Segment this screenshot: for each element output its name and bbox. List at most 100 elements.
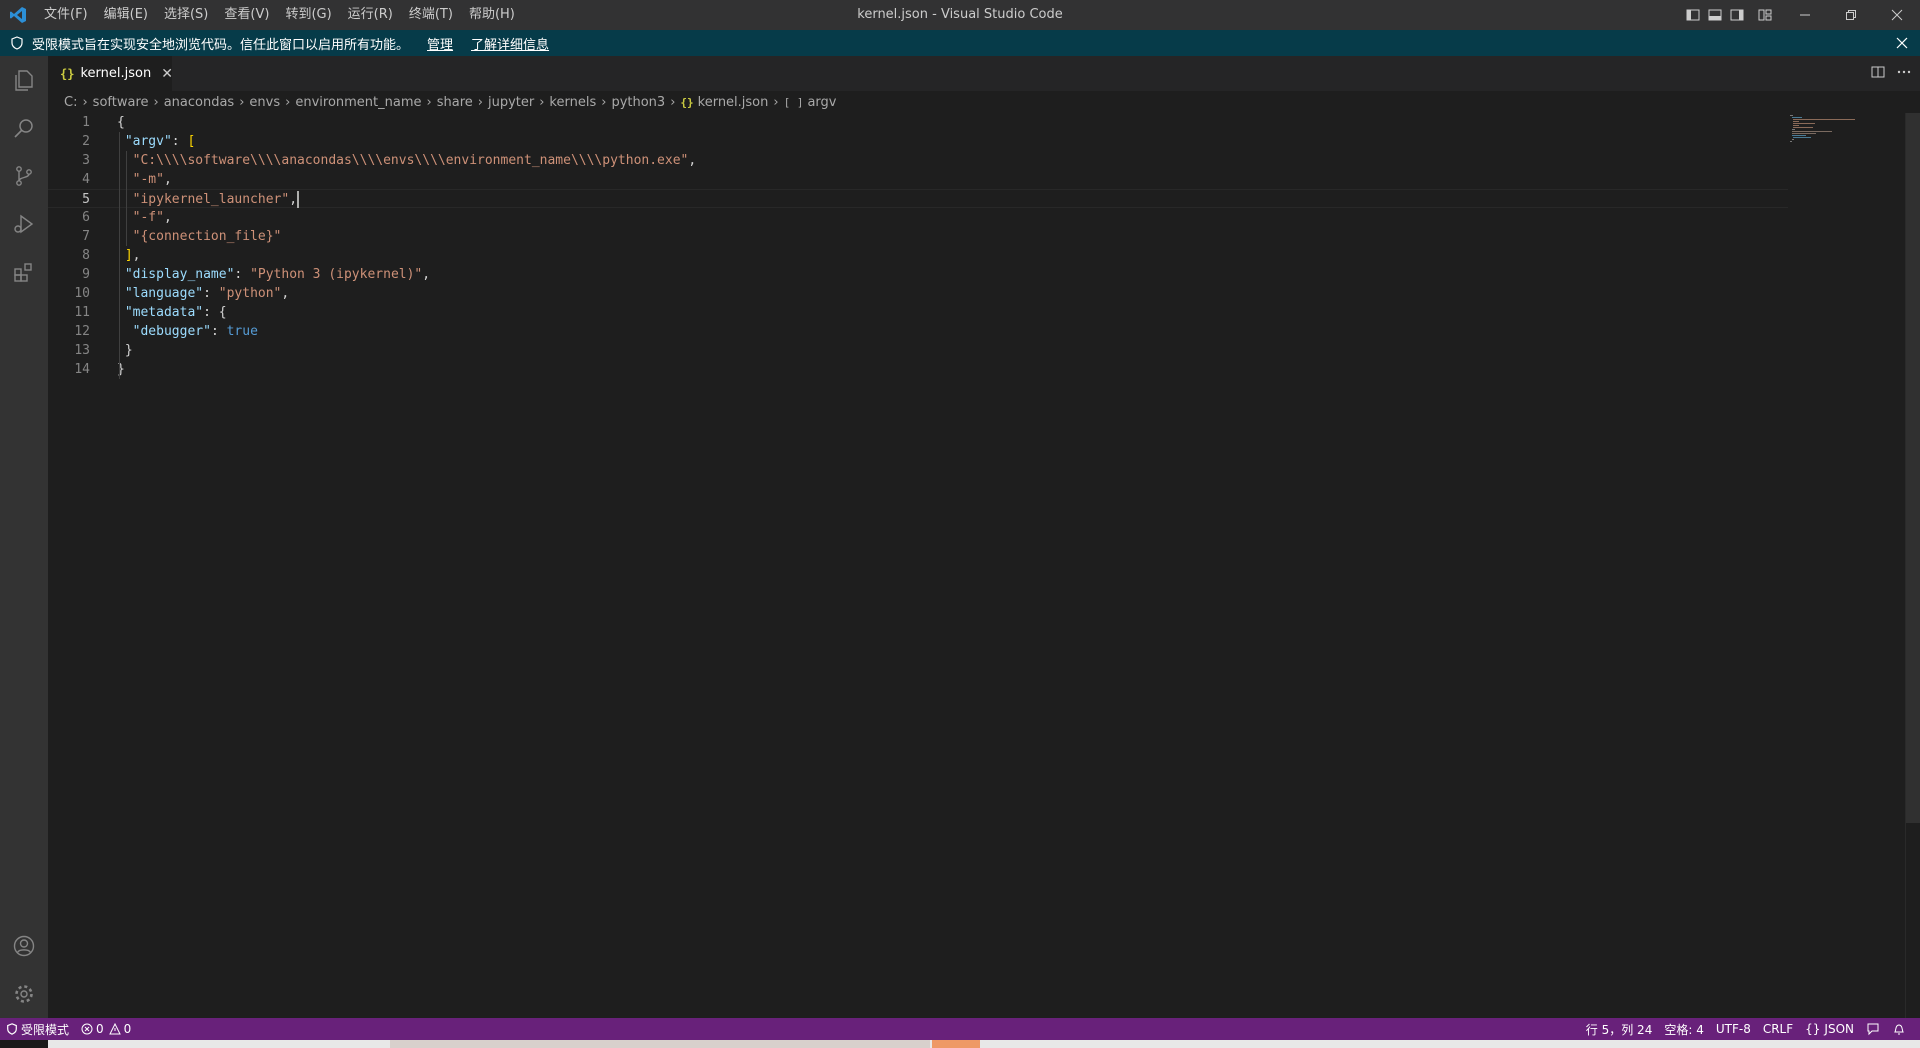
code-token: true bbox=[226, 324, 258, 339]
code-text: "C:\\\\software\\\\anacondas\\\\envs\\\\… bbox=[117, 151, 697, 170]
code-token: : bbox=[171, 134, 188, 149]
code-line[interactable]: 1{ bbox=[48, 113, 1788, 132]
code-text: "argv": [ bbox=[117, 132, 195, 151]
eol-setting[interactable]: CRLF bbox=[1757, 1018, 1799, 1040]
line-number: 11 bbox=[74, 305, 90, 320]
indentation-setting[interactable]: 空格: 4 bbox=[1658, 1018, 1710, 1040]
breadcrumb-item[interactable]: share bbox=[437, 95, 473, 110]
indent-guide bbox=[126, 151, 127, 246]
breadcrumb: C: › software › anacondas › envs › envir… bbox=[48, 91, 1920, 113]
extensions-icon[interactable] bbox=[0, 248, 48, 296]
breadcrumb-item[interactable]: kernels bbox=[549, 95, 596, 110]
code-line[interactable]: 14} bbox=[48, 360, 1788, 379]
toggle-primary-sidebar-icon[interactable] bbox=[1682, 0, 1704, 30]
customize-layout-icon[interactable] bbox=[1754, 0, 1776, 30]
code-token: { bbox=[117, 115, 125, 130]
menu-selection[interactable]: 选择(S) bbox=[156, 0, 216, 30]
menu-file[interactable]: 文件(F) bbox=[36, 0, 96, 30]
breadcrumb-item[interactable]: python3 bbox=[611, 95, 665, 110]
array-symbol-icon: [ ] bbox=[783, 95, 804, 109]
code-line[interactable]: 12 "debugger": true bbox=[48, 322, 1788, 341]
code-line[interactable]: 13 } bbox=[48, 341, 1788, 360]
code-token: , bbox=[163, 172, 172, 187]
line-number: 13 bbox=[74, 343, 90, 358]
minimize-icon[interactable] bbox=[1782, 0, 1828, 30]
breadcrumb-item[interactable]: software bbox=[93, 95, 149, 110]
chevron-right-icon: › bbox=[239, 94, 245, 110]
line-number: 14 bbox=[74, 362, 90, 377]
code-token: , bbox=[163, 210, 172, 225]
feedback-icon[interactable] bbox=[1860, 1018, 1886, 1040]
code-line[interactable]: 6 "-f", bbox=[48, 208, 1788, 227]
split-editor-icon[interactable] bbox=[1870, 64, 1886, 84]
breadcrumb-item[interactable]: anacondas bbox=[164, 95, 235, 110]
menu-run[interactable]: 运行(R) bbox=[340, 0, 401, 30]
taskbar-segment bbox=[390, 1040, 930, 1048]
banner-manage-link[interactable]: 管理 bbox=[427, 34, 453, 53]
toggle-secondary-sidebar-icon[interactable] bbox=[1726, 0, 1748, 30]
breadcrumb-item[interactable]: C: bbox=[64, 95, 77, 110]
warning-icon bbox=[108, 1023, 121, 1035]
tab-kernel-json[interactable]: {} kernel.json ✕ bbox=[48, 56, 173, 91]
taskbar-segment bbox=[932, 1040, 980, 1048]
code-token: "{connection_file}" bbox=[132, 229, 282, 244]
language-mode[interactable]: {} JSON bbox=[1799, 1018, 1860, 1040]
accounts-icon[interactable] bbox=[0, 922, 48, 970]
menu-go[interactable]: 转到(G) bbox=[277, 0, 339, 30]
error-icon bbox=[81, 1023, 93, 1035]
scrollbar-thumb[interactable] bbox=[1906, 113, 1920, 823]
breadcrumb-item[interactable]: environment_name bbox=[295, 95, 421, 110]
code-token: "ipykernel_launcher" bbox=[132, 192, 290, 207]
breadcrumb-file[interactable]: kernel.json bbox=[698, 95, 769, 110]
menu-edit[interactable]: 编辑(E) bbox=[96, 0, 156, 30]
more-actions-icon[interactable] bbox=[1896, 64, 1912, 84]
code-token: "Python 3 (ipykernel)" bbox=[250, 267, 423, 282]
breadcrumb-symbol[interactable]: argv bbox=[807, 95, 836, 110]
restricted-mode-indicator[interactable]: 受限模式 bbox=[0, 1018, 75, 1040]
tab-close-icon[interactable]: ✕ bbox=[161, 66, 173, 82]
code-line[interactable]: 8 ], bbox=[48, 246, 1788, 265]
line-number: 7 bbox=[82, 229, 90, 244]
code-text: { bbox=[117, 113, 125, 132]
run-and-debug-icon[interactable] bbox=[0, 200, 48, 248]
search-icon[interactable] bbox=[0, 104, 48, 152]
problems-indicator[interactable]: 0 0 bbox=[75, 1018, 137, 1040]
encoding-setting[interactable]: UTF-8 bbox=[1710, 1018, 1757, 1040]
cursor-position[interactable]: 行 5，列 24 bbox=[1580, 1018, 1659, 1040]
breadcrumb-item[interactable]: envs bbox=[249, 95, 280, 110]
chevron-right-icon: › bbox=[82, 94, 88, 110]
minimap[interactable] bbox=[1790, 113, 1906, 153]
explorer-icon[interactable] bbox=[0, 56, 48, 104]
menu-terminal[interactable]: 终端(T) bbox=[401, 0, 461, 30]
code-token: [ bbox=[187, 134, 196, 149]
notifications-bell-icon[interactable] bbox=[1886, 1018, 1912, 1040]
vertical-scrollbar[interactable] bbox=[1905, 113, 1920, 1018]
code-editor[interactable]: 1{2 "argv": [3 "C:\\\\software\\\\anacon… bbox=[48, 113, 1920, 1018]
toggle-panel-icon[interactable] bbox=[1704, 0, 1726, 30]
code-line[interactable]: 10 "language": "python", bbox=[48, 284, 1788, 303]
text-cursor bbox=[297, 191, 300, 208]
code-token: "display_name" bbox=[124, 267, 235, 282]
code-line[interactable]: 2 "argv": [ bbox=[48, 132, 1788, 151]
code-line[interactable]: 9 "display_name": "Python 3 (ipykernel)"… bbox=[48, 265, 1788, 284]
code-line[interactable]: 7 "{connection_file}" bbox=[48, 227, 1788, 246]
breadcrumb-item[interactable]: jupyter bbox=[488, 95, 534, 110]
json-braces-icon: {} bbox=[1805, 1022, 1821, 1036]
gear-icon[interactable] bbox=[0, 970, 48, 1018]
code-text: "{connection_file}" bbox=[117, 227, 282, 246]
menu-view[interactable]: 查看(V) bbox=[216, 0, 277, 30]
banner-close-icon[interactable] bbox=[1896, 30, 1908, 56]
code-token: "language" bbox=[124, 286, 204, 301]
source-control-icon[interactable] bbox=[0, 152, 48, 200]
code-line[interactable]: 5 "ipykernel_launcher", bbox=[48, 189, 1788, 208]
close-window-icon[interactable] bbox=[1874, 0, 1920, 30]
code-token: : bbox=[210, 324, 227, 339]
restore-icon[interactable] bbox=[1828, 0, 1874, 30]
line-number: 3 bbox=[82, 153, 90, 168]
code-line[interactable]: 11 "metadata": { bbox=[48, 303, 1788, 322]
code-line[interactable]: 3 "C:\\\\software\\\\anacondas\\\\envs\\… bbox=[48, 151, 1788, 170]
code-line[interactable]: 4 "-m", bbox=[48, 170, 1788, 189]
menu-help[interactable]: 帮助(H) bbox=[461, 0, 523, 30]
banner-learn-more-link[interactable]: 了解详细信息 bbox=[471, 34, 549, 53]
shield-icon bbox=[4, 30, 30, 56]
